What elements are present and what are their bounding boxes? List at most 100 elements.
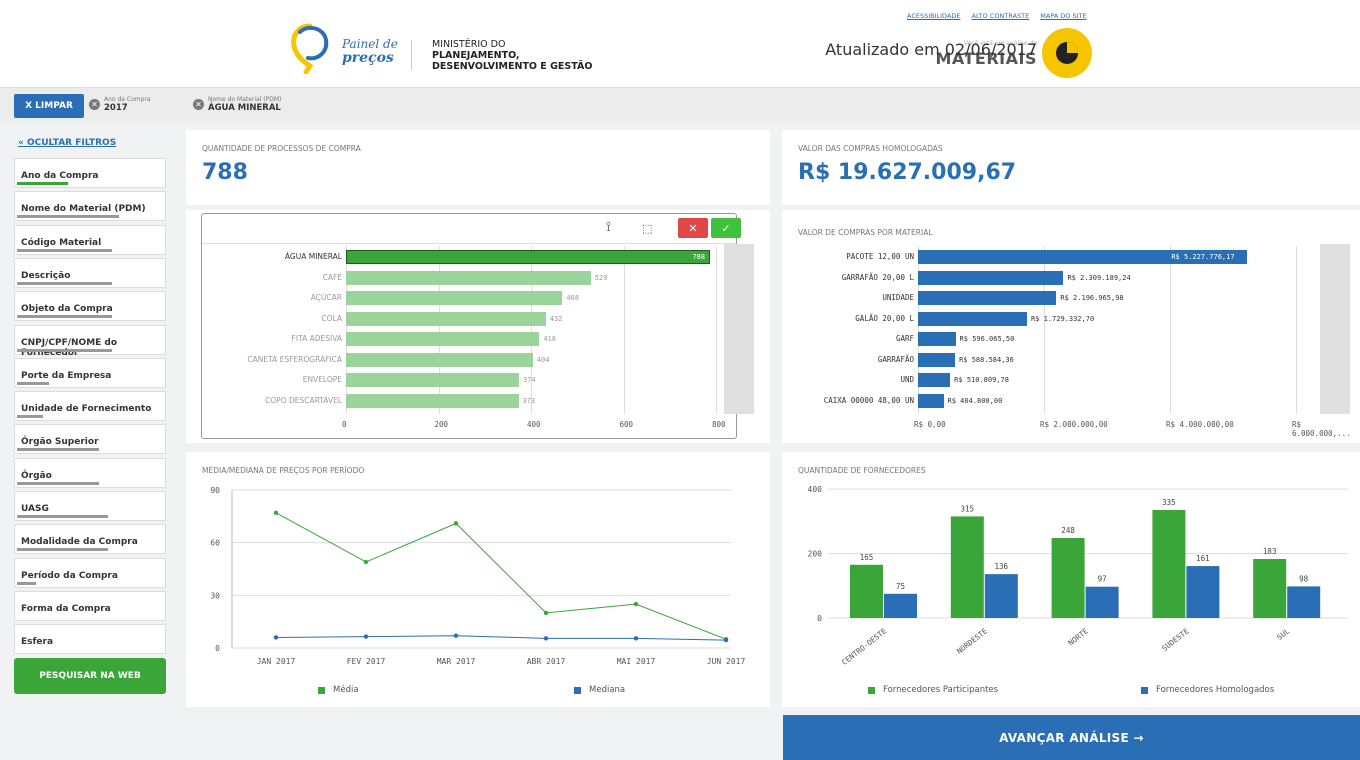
bar[interactable] — [918, 311, 1027, 326]
filter-item-progress — [17, 248, 112, 252]
search-web-button[interactable]: PESQUISAR NA WEB — [14, 658, 166, 694]
category-label[interactable]: UND — [774, 375, 914, 384]
bar[interactable] — [1085, 586, 1119, 618]
remove-filter-icon[interactable]: ✕ — [193, 99, 204, 110]
category-label[interactable]: GARRAFÃO — [774, 355, 914, 364]
x-tick-label: ABR 2017 — [527, 657, 566, 666]
category-label[interactable]: COLA — [202, 314, 342, 323]
category-label[interactable]: UNIDADE — [774, 293, 914, 302]
category-label[interactable]: CANETA ESFEROGRÁFICA — [202, 355, 342, 364]
cancel-selection-button[interactable]: ✕ — [678, 218, 708, 238]
category-label[interactable]: AÇÚCAR — [202, 293, 342, 302]
category-label[interactable]: COPO DESCARTÁVEL — [202, 396, 342, 405]
filter-item-13[interactable]: Forma da Compra — [14, 590, 166, 621]
link-acessibilidade[interactable]: ACESSIBILIDADE — [907, 12, 961, 20]
bar[interactable] — [918, 373, 951, 387]
filter-item-8[interactable]: Órgão Superior — [14, 424, 166, 455]
bar[interactable] — [918, 352, 956, 367]
data-point[interactable] — [723, 637, 729, 643]
remove-filter-icon[interactable]: ✕ — [89, 99, 100, 110]
filter-item-2[interactable]: Código Material — [14, 224, 166, 255]
bar[interactable] — [346, 332, 540, 346]
bar[interactable] — [346, 373, 519, 387]
bar[interactable] — [1186, 566, 1220, 618]
category-label[interactable]: CAIXA 00000 48,00 UN — [774, 396, 914, 405]
filter-item-9[interactable]: Órgão — [14, 457, 166, 488]
data-point[interactable] — [363, 634, 369, 639]
data-point[interactable] — [273, 635, 279, 640]
chart-scrollbar[interactable] — [1320, 244, 1350, 414]
bar[interactable] — [346, 250, 711, 264]
data-point[interactable] — [453, 521, 459, 526]
bar[interactable] — [346, 291, 563, 305]
bar[interactable] — [1152, 509, 1186, 618]
bar[interactable] — [346, 352, 533, 367]
filter-item-progress — [17, 581, 36, 585]
filter-item-5[interactable]: CNPJ/CPF/NOME do Fornecedor — [14, 324, 166, 358]
filter-chip-ano[interactable]: ✕ Ano da Compra 2017 — [89, 96, 151, 113]
bar[interactable] — [1287, 586, 1321, 618]
data-point[interactable] — [453, 633, 459, 638]
confirm-selection-button[interactable]: ✓ — [711, 218, 741, 238]
hide-filters-link[interactable]: « OCULTAR FILTROS — [18, 138, 116, 148]
bar[interactable] — [1253, 558, 1287, 618]
bar-value-label: 98 — [1299, 574, 1309, 583]
y-tick-label: 200 — [808, 550, 823, 559]
bar[interactable] — [346, 311, 546, 326]
data-point[interactable] — [273, 510, 279, 516]
bar-value-label: R$ 5.227.776,17 — [1171, 253, 1235, 261]
category-label[interactable]: GARRAFÃO 20,00 L — [774, 273, 914, 282]
y-tick-label: 90 — [210, 486, 220, 495]
data-point[interactable] — [363, 559, 369, 565]
bar[interactable] — [984, 574, 1018, 618]
filter-item-12[interactable]: Período da Compra — [14, 557, 166, 588]
updated-date: Atualizado em 02/06/2017 — [825, 40, 1037, 59]
filter-item-14[interactable]: Esfera — [14, 624, 166, 655]
filter-item-6[interactable]: Porte da Empresa — [14, 357, 166, 388]
bar[interactable] — [918, 291, 1057, 305]
bar[interactable] — [918, 270, 1064, 285]
painel-precos-logo-icon — [291, 23, 329, 74]
lasso-icon[interactable]: ⟟ — [606, 220, 611, 235]
category-label[interactable]: ENVELOPE — [202, 375, 342, 384]
bar[interactable] — [918, 332, 956, 346]
filter-item-0[interactable]: Ano da Compra — [14, 158, 166, 188]
data-point[interactable] — [633, 601, 639, 607]
bar[interactable] — [346, 393, 519, 408]
filter-item-1[interactable]: Nome do Material (PDM) — [14, 191, 166, 222]
bar[interactable] — [918, 393, 944, 408]
advance-analysis-button[interactable]: AVANÇAR ANÁLISE → — [783, 715, 1360, 760]
chart-scrollbar[interactable] — [724, 244, 754, 414]
legend-swatch — [574, 686, 581, 694]
filter-item-7[interactable]: Unidade de Fornecimento — [14, 391, 166, 422]
category-label[interactable]: FITA ADESIVA — [202, 334, 342, 343]
category-label[interactable]: GARF — [774, 334, 914, 343]
category-label[interactable]: ÁGUA MINERAL — [202, 252, 342, 261]
bar[interactable] — [884, 593, 917, 618]
link-mapa-do-site[interactable]: MAPA DO SITE — [1040, 12, 1086, 20]
data-point[interactable] — [543, 610, 549, 616]
data-point[interactable] — [633, 636, 639, 641]
filter-item-progress — [17, 182, 69, 185]
filter-item-3[interactable]: Descrição — [14, 257, 166, 288]
data-point[interactable] — [543, 636, 549, 641]
clear-selection-icon[interactable]: ⬚ — [642, 222, 652, 235]
filter-item-4[interactable]: Objeto da Compra — [14, 291, 166, 322]
filter-item-label: Esfera — [21, 637, 54, 648]
bar-value-label: 374 — [522, 376, 536, 384]
filter-chip-material[interactable]: ✕ Nome do Material (PDM) ÁGUA MINERAL — [193, 96, 281, 113]
link-alto-contraste[interactable]: ALTO CONTRASTE — [972, 12, 1030, 20]
category-label[interactable]: GALÃO 20,00 L — [774, 314, 914, 323]
filter-item-11[interactable]: Modalidade da Compra — [14, 524, 166, 555]
materials-badge[interactable] — [1042, 28, 1092, 78]
bar[interactable] — [346, 270, 591, 285]
filter-item-10[interactable]: UASG — [14, 491, 166, 521]
bar[interactable] — [950, 516, 984, 618]
x-tick-label: R$ 2.000.000,00 — [1040, 420, 1108, 429]
clear-filters-button[interactable]: X LIMPAR — [14, 94, 84, 118]
bar[interactable] — [1051, 538, 1085, 618]
category-label[interactable]: PACOTE 12,00 UN — [774, 252, 914, 261]
category-label[interactable]: CAFÉ — [202, 273, 342, 282]
bar[interactable] — [850, 564, 883, 618]
filter-item-progress — [17, 281, 112, 285]
